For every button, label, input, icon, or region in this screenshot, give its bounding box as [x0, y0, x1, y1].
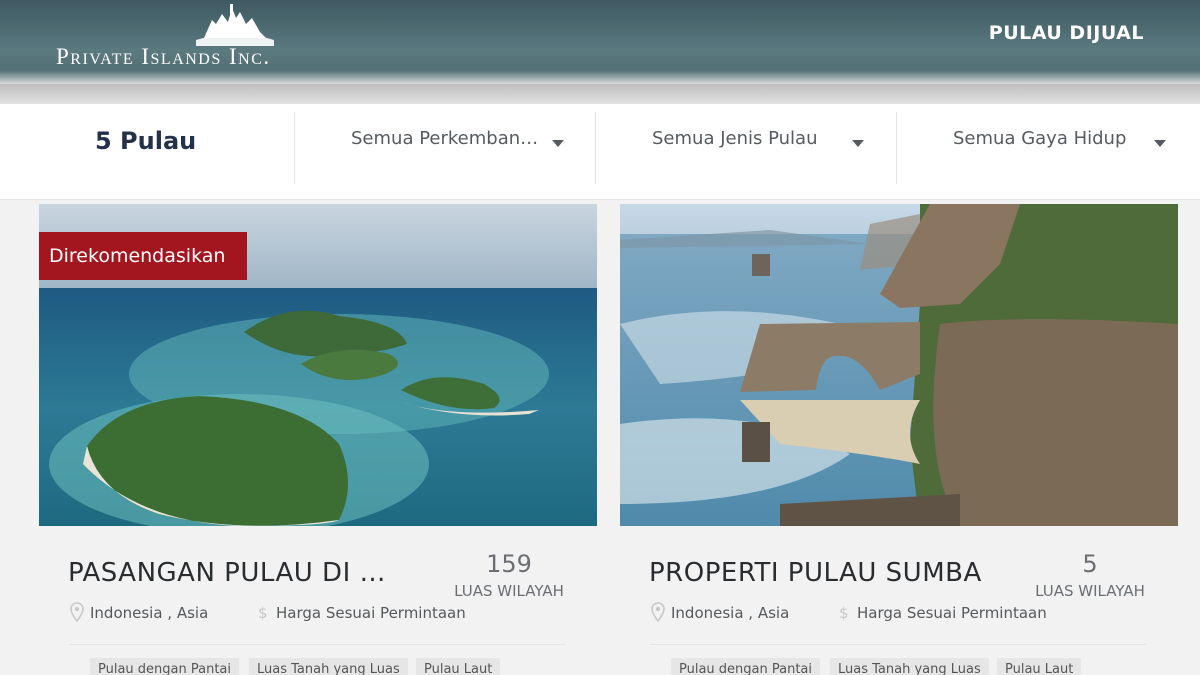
logo[interactable]: Private Islands Inc.	[56, 2, 336, 74]
area-label: LUAS WILAYAH	[1035, 582, 1145, 600]
divider	[294, 112, 295, 184]
caret-down-icon	[1154, 140, 1166, 147]
tag[interactable]: Pulau Laut	[416, 658, 501, 675]
listing-card[interactable]: Direkomendasikan PASANGAN PULAU DI … 159…	[39, 204, 597, 675]
listing-title[interactable]: PROPERTI PULAU SUMBA	[649, 558, 989, 588]
divider	[69, 644, 565, 645]
map-pin-icon	[70, 602, 84, 622]
tag[interactable]: Luas Tanah yang Luas	[830, 658, 989, 675]
tag[interactable]: Pulau Laut	[997, 658, 1082, 675]
logo-text: Private Islands Inc.	[56, 44, 271, 69]
tag[interactable]: Pulau dengan Pantai	[671, 658, 821, 675]
caret-down-icon	[552, 140, 564, 147]
listing-price: Harga Sesuai Permintaan	[276, 604, 466, 622]
area-value: 5	[1082, 550, 1098, 578]
area-value: 159	[486, 550, 532, 578]
listing-location: Indonesia , Asia	[90, 604, 209, 622]
divider	[595, 112, 596, 184]
island-type-filter-dropdown[interactable]: Semua Jenis Pulau	[652, 128, 874, 158]
island-photo	[620, 204, 1178, 526]
tag[interactable]: Pulau dengan Pantai	[90, 658, 240, 675]
island-type-filter-label: Semua Jenis Pulau	[652, 128, 818, 149]
dollar-icon: $	[258, 604, 268, 622]
dollar-icon: $	[839, 604, 849, 622]
listing-image[interactable]	[620, 204, 1178, 526]
result-count: 5 Pulau	[95, 127, 197, 155]
listing-card[interactable]: PROPERTI PULAU SUMBA 5 LUAS WILAYAH Indo…	[620, 204, 1178, 675]
caret-down-icon	[852, 140, 864, 147]
development-filter-label: Semua Perkemban…	[351, 128, 539, 149]
tag[interactable]: Luas Tanah yang Luas	[249, 658, 408, 675]
header-shadow-strip	[0, 84, 1200, 104]
listing-title[interactable]: PASANGAN PULAU DI …	[68, 558, 408, 588]
listing-price: Harga Sesuai Permintaan	[857, 604, 1047, 622]
lifestyle-filter-dropdown[interactable]: Semua Gaya Hidup	[953, 128, 1175, 158]
nav-islands-for-sale[interactable]: PULAU DIJUAL	[989, 22, 1144, 44]
listing-location: Indonesia , Asia	[671, 604, 790, 622]
filter-bar: 5 Pulau Semua Perkemban… Semua Jenis Pul…	[0, 104, 1200, 200]
recommended-badge: Direkomendasikan	[39, 232, 247, 280]
listing-image[interactable]: Direkomendasikan	[39, 204, 597, 526]
development-filter-dropdown[interactable]: Semua Perkemban…	[351, 128, 573, 158]
map-pin-icon	[651, 602, 665, 622]
logo-castle-icon	[196, 4, 274, 46]
site-header: Private Islands Inc. PULAU DIJUAL	[0, 0, 1200, 84]
divider	[896, 112, 897, 184]
divider	[650, 644, 1146, 645]
lifestyle-filter-label: Semua Gaya Hidup	[953, 128, 1127, 149]
area-label: LUAS WILAYAH	[454, 582, 564, 600]
